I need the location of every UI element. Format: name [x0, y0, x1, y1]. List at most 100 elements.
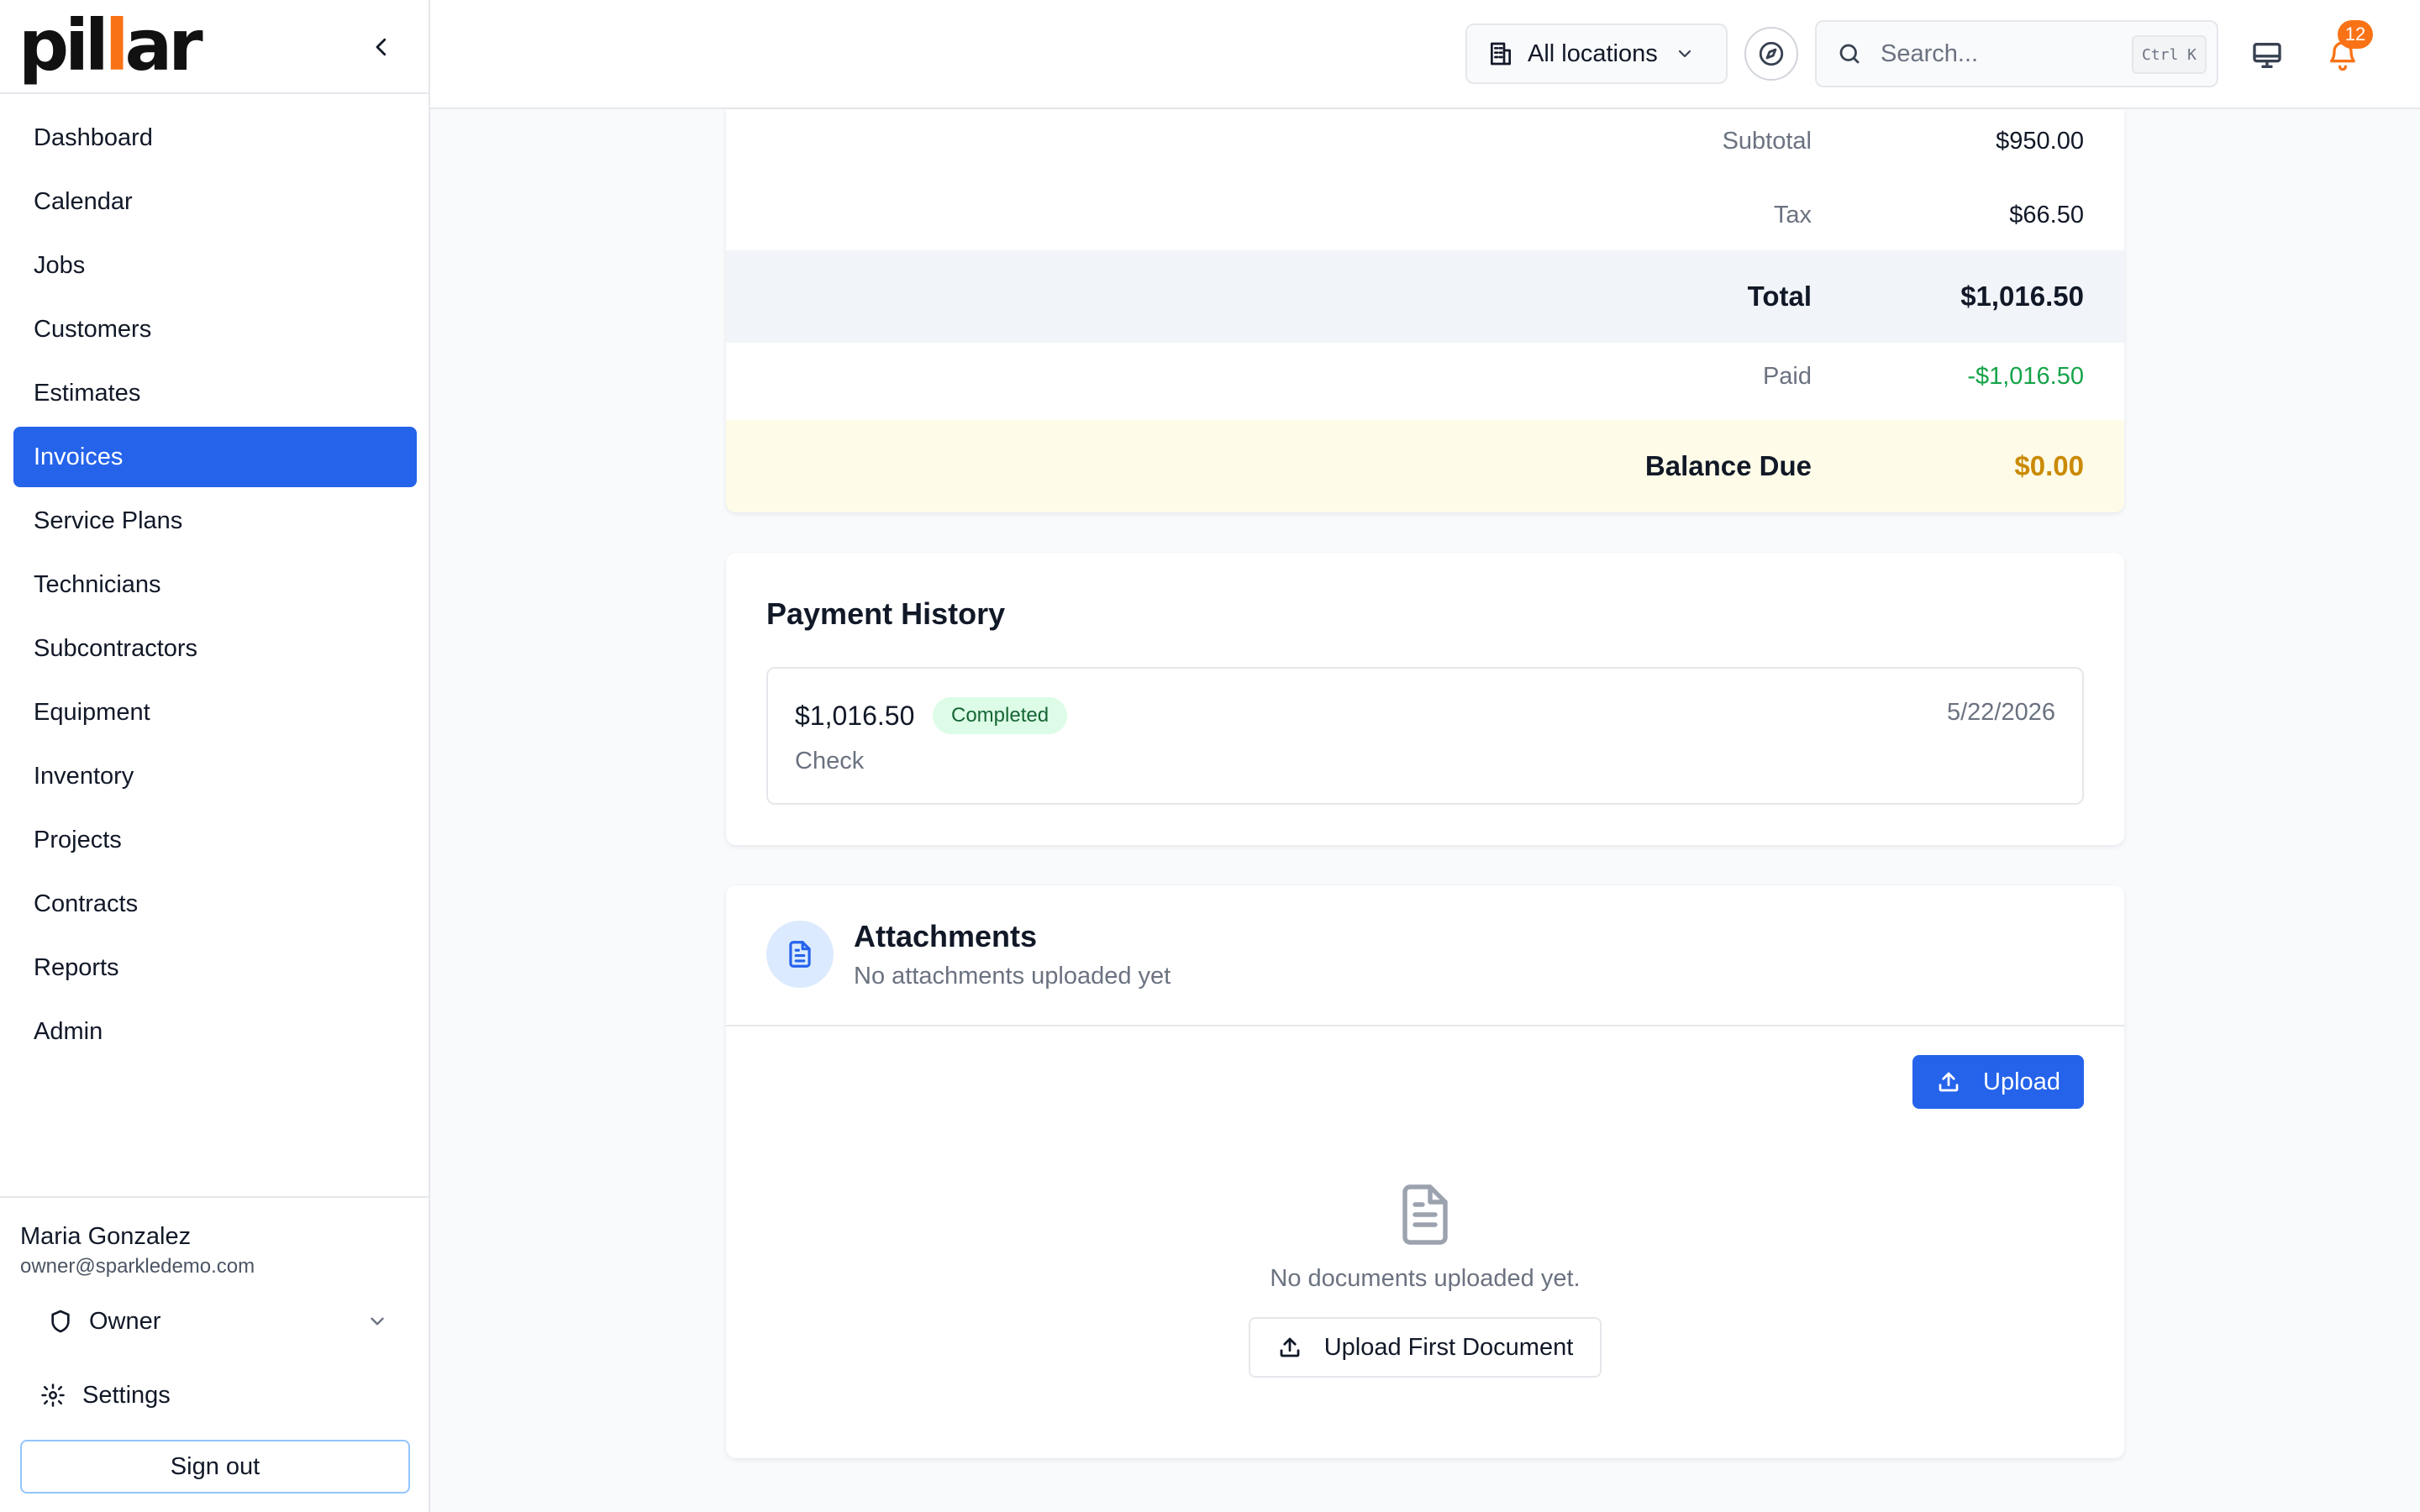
search-icon	[1839, 44, 1860, 64]
notification-count-badge: 12	[2338, 20, 2373, 49]
document-icon	[789, 941, 811, 968]
paid-label: Paid	[1762, 363, 1812, 390]
payment-history-card: Payment History $1,016.50 Completed Chec…	[726, 553, 2124, 845]
balance-due-row: Balance Due $0.00	[726, 420, 2124, 512]
sidebar-item-contracts[interactable]: Contracts	[13, 874, 417, 934]
sidebar-item-label: Inventory	[34, 762, 134, 790]
attachments-card: Attachments No attachments uploaded yet …	[726, 885, 2124, 1458]
sidebar-item-service-plans[interactable]: Service Plans	[13, 491, 417, 551]
search-shortcut-hint: Ctrl K	[2131, 35, 2207, 74]
payment-amount: $1,016.50	[795, 701, 915, 731]
app-logo[interactable]: pillar	[18, 10, 203, 81]
sidebar-item-label: Projects	[34, 826, 122, 853]
search-input[interactable]	[1881, 39, 2116, 68]
tax-row: Tax $66.50	[726, 183, 2124, 259]
top-bar: All locations Ctrl K 12	[430, 0, 2420, 109]
empty-state-text: No documents uploaded yet.	[1270, 1265, 1581, 1292]
user-email: owner@sparkledemo.com	[20, 1255, 255, 1278]
sidebar-item-label: Subcontractors	[34, 634, 198, 662]
total-value: $1,016.50	[1960, 281, 2084, 312]
payment-method: Check	[795, 748, 865, 774]
compass-icon	[1759, 41, 1784, 66]
payment-item[interactable]: $1,016.50 Completed Check 5/22/2026	[766, 667, 2084, 805]
sidebar-item-subcontractors[interactable]: Subcontractors	[13, 618, 417, 679]
subtotal-label: Subtotal	[1722, 128, 1812, 155]
monitor-icon	[2253, 43, 2281, 69]
sidebar-item-label: Jobs	[34, 251, 86, 279]
sidebar-item-label: Dashboard	[34, 123, 153, 151]
subtotal-row: Subtotal $950.00	[726, 109, 2124, 183]
sidebar-item-label: Service Plans	[34, 507, 183, 534]
sidebar-footer: Maria Gonzalez owner@sparkledemo.com Own…	[0, 1196, 430, 1512]
sidebar-item-reports[interactable]: Reports	[13, 937, 417, 998]
invoice-totals-card: Subtotal $950.00 Tax $66.50 Total $1,016…	[726, 109, 2124, 512]
balance-due-label: Balance Due	[1644, 450, 1812, 481]
total-label: Total	[1747, 281, 1812, 312]
sidebar-item-jobs[interactable]: Jobs	[13, 235, 417, 296]
status-badge: Completed	[933, 697, 1068, 734]
sidebar-item-label: Technicians	[34, 570, 161, 598]
sidebar-item-admin[interactable]: Admin	[13, 1001, 417, 1062]
chevron-down-icon	[1678, 50, 1691, 58]
sidebar-item-label: Contracts	[34, 890, 139, 917]
sidebar-item-calendar[interactable]: Calendar	[13, 171, 417, 232]
upload-icon	[1280, 1337, 1300, 1357]
sidebar-header: pillar	[0, 0, 429, 94]
user-name: Maria Gonzalez	[20, 1223, 192, 1250]
sidebar-item-projects[interactable]: Projects	[13, 810, 417, 870]
sidebar-item-label: Customers	[34, 315, 152, 343]
sidebar-item-label: Invoices	[34, 443, 124, 470]
gear-icon	[41, 1383, 65, 1407]
sidebar-nav: Dashboard Calendar Jobs Customers Estima…	[13, 108, 417, 1065]
upload-first-document-label: Upload First Document	[1323, 1333, 1574, 1361]
logo-text-1: pil	[18, 4, 109, 87]
role-select[interactable]: Owner	[20, 1292, 407, 1351]
sidebar-item-invoices[interactable]: Invoices	[13, 427, 417, 487]
payment-history-title: Payment History	[766, 596, 1006, 631]
upload-button-label: Upload	[1983, 1068, 2060, 1095]
sidebar-item-dashboard[interactable]: Dashboard	[13, 108, 417, 168]
sidebar-item-inventory[interactable]: Inventory	[13, 746, 417, 806]
collapse-sidebar-button[interactable]	[365, 30, 398, 64]
chevron-down-icon	[371, 1317, 384, 1326]
sidebar-item-estimates[interactable]: Estimates	[13, 363, 417, 423]
location-select[interactable]: All locations	[1465, 24, 1728, 84]
balance-due-value: $0.00	[2014, 450, 2084, 481]
sidebar-item-technicians[interactable]: Technicians	[13, 554, 417, 615]
upload-icon	[1939, 1072, 1959, 1092]
sidebar: pillar Dashboard Calendar Jobs Customers…	[0, 0, 430, 1512]
document-icon-badge	[766, 921, 834, 988]
chevron-left-icon	[376, 38, 387, 56]
logo-text-3: ar	[124, 4, 203, 87]
tax-value: $66.50	[2009, 202, 2084, 228]
paid-row: Paid -$1,016.50	[726, 343, 2124, 420]
tax-label: Tax	[1773, 202, 1812, 228]
payment-date: 5/22/2026	[1946, 699, 2055, 726]
shield-icon	[51, 1310, 70, 1333]
paid-value: -$1,016.50	[1967, 363, 2084, 390]
attachments-subtitle: No attachments uploaded yet	[854, 963, 1171, 990]
sidebar-item-label: Reports	[34, 953, 119, 981]
display-button[interactable]	[2245, 34, 2289, 77]
upload-first-document-button[interactable]: Upload First Document	[1249, 1317, 1602, 1378]
attachments-title: Attachments	[854, 919, 1038, 953]
attachments-header: Attachments No attachments uploaded yet	[726, 885, 2124, 1026]
location-label: All locations	[1528, 39, 1658, 67]
sign-out-button[interactable]: Sign out	[20, 1440, 410, 1494]
compass-button[interactable]	[1744, 27, 1798, 81]
total-row: Total $1,016.50	[726, 250, 2124, 343]
role-label: Owner	[89, 1307, 161, 1335]
empty-document-icon	[1402, 1184, 1448, 1245]
sidebar-item-equipment[interactable]: Equipment	[13, 682, 417, 743]
sidebar-item-label: Estimates	[34, 379, 141, 407]
sidebar-item-customers[interactable]: Customers	[13, 299, 417, 360]
sidebar-item-label: Equipment	[34, 698, 150, 726]
settings-link[interactable]: Settings	[20, 1366, 407, 1425]
logo-text-2: l	[104, 4, 129, 87]
upload-button[interactable]: Upload	[1912, 1055, 2084, 1109]
building-icon	[1491, 42, 1511, 66]
subtotal-value: $950.00	[1996, 128, 2084, 155]
search-box[interactable]: Ctrl K	[1815, 20, 2218, 87]
sidebar-item-label: Calendar	[34, 187, 133, 215]
sidebar-item-label: Admin	[34, 1017, 103, 1045]
